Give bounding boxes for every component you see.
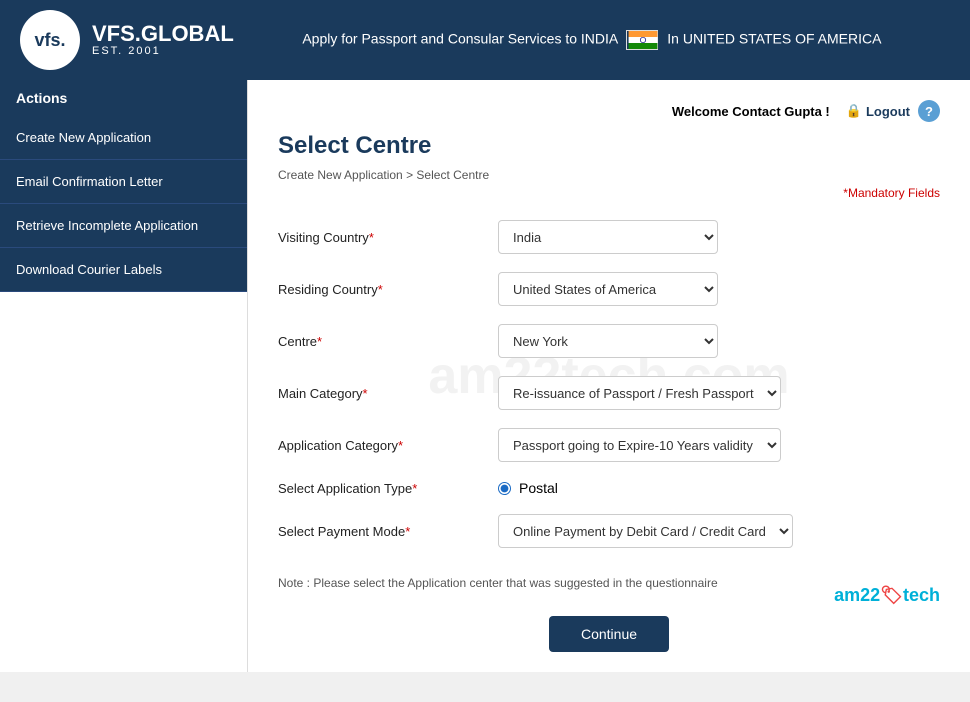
centre-select[interactable]: New York — [498, 324, 718, 358]
payment-mode-row: Select Payment Mode* Online Payment by D… — [278, 514, 940, 548]
site-header: vfs. VFS.GLOBAL EST. 2001 Apply for Pass… — [0, 0, 970, 80]
form-section: Visiting Country* India Residing Country… — [278, 220, 940, 652]
app-category-row: Application Category* Passport going to … — [278, 428, 940, 462]
app-type-row: Select Application Type* Postal — [278, 480, 940, 496]
main-content: Welcome Contact Gupta ! 🔒 Logout ? Selec… — [248, 80, 970, 672]
payment-mode-label: Select Payment Mode* — [278, 524, 498, 539]
note-text: Note : Please select the Application cen… — [278, 576, 718, 590]
mandatory-note: *Mandatory Fields — [278, 186, 940, 200]
centre-label: Centre* — [278, 334, 498, 349]
sidebar-item-email[interactable]: Email Confirmation Letter — [0, 160, 247, 204]
welcome-text: Welcome Contact Gupta ! — [672, 104, 830, 119]
main-layout: Actions Create New Application Email Con… — [0, 80, 970, 672]
app-type-radio-postal-label[interactable]: Postal — [519, 480, 558, 496]
logo-vfs-text: vfs. — [34, 31, 65, 49]
visiting-country-row: Visiting Country* India — [278, 220, 940, 254]
logo-est: EST. 2001 — [92, 45, 234, 57]
residing-country-select[interactable]: United States of America — [498, 272, 718, 306]
logo-vfs-global: VFS.GLOBAL — [92, 23, 234, 45]
residing-country-row: Residing Country* United States of Ameri… — [278, 272, 940, 306]
centre-row: Centre* New York — [278, 324, 940, 358]
location-text: In UNITED STATES OF AMERICA — [667, 31, 881, 47]
content-topbar: Welcome Contact Gupta ! 🔒 Logout ? — [278, 100, 940, 122]
sidebar-item-download[interactable]: Download Courier Labels — [0, 248, 247, 292]
app-category-label: Application Category* — [278, 438, 498, 453]
sidebar-item-retrieve[interactable]: Retrieve Incomplete Application — [0, 204, 247, 248]
help-icon[interactable]: ? — [918, 100, 940, 122]
app-category-select[interactable]: Passport going to Expire-10 Years validi… — [498, 428, 781, 462]
breadcrumb-separator: > — [406, 168, 416, 182]
logo-name-group: VFS.GLOBAL EST. 2001 — [92, 23, 234, 57]
continue-row: Continue — [278, 616, 940, 652]
india-flag-icon — [626, 30, 658, 50]
breadcrumb-part2: Select Centre — [416, 168, 489, 182]
app-type-label: Select Application Type* — [278, 481, 498, 496]
logout-icon: 🔒 — [846, 103, 862, 119]
sidebar: Actions Create New Application Email Con… — [0, 80, 248, 672]
main-category-select[interactable]: Re-issuance of Passport / Fresh Passport — [498, 376, 781, 410]
logo-circle: vfs. — [20, 10, 80, 70]
continue-button[interactable]: Continue — [549, 616, 669, 652]
breadcrumb: Create New Application > Select Centre — [278, 168, 940, 182]
main-category-row: Main Category* Re-issuance of Passport /… — [278, 376, 940, 410]
page-title: Select Centre — [278, 132, 940, 160]
residing-country-label: Residing Country* — [278, 282, 498, 297]
app-type-radio-group: Postal — [498, 480, 558, 496]
logout-button[interactable]: 🔒 Logout — [846, 103, 910, 119]
header-tagline: Apply for Passport and Consular Services… — [234, 30, 950, 50]
breadcrumb-part1: Create New Application — [278, 168, 403, 182]
main-category-label: Main Category* — [278, 386, 498, 401]
tagline-text: Apply for Passport and Consular Services… — [302, 31, 617, 47]
logo-vfs-inner: vfs. — [34, 31, 65, 49]
app-type-radio-postal[interactable] — [498, 482, 511, 495]
visiting-country-select[interactable]: India — [498, 220, 718, 254]
logout-label: Logout — [866, 104, 910, 119]
am22tech-brand: am22🏷tech — [834, 585, 940, 606]
payment-mode-select[interactable]: Online Payment by Debit Card / Credit Ca… — [498, 514, 793, 548]
visiting-country-label: Visiting Country* — [278, 230, 498, 245]
sidebar-actions-header: Actions — [0, 80, 247, 116]
sidebar-item-create[interactable]: Create New Application — [0, 116, 247, 160]
